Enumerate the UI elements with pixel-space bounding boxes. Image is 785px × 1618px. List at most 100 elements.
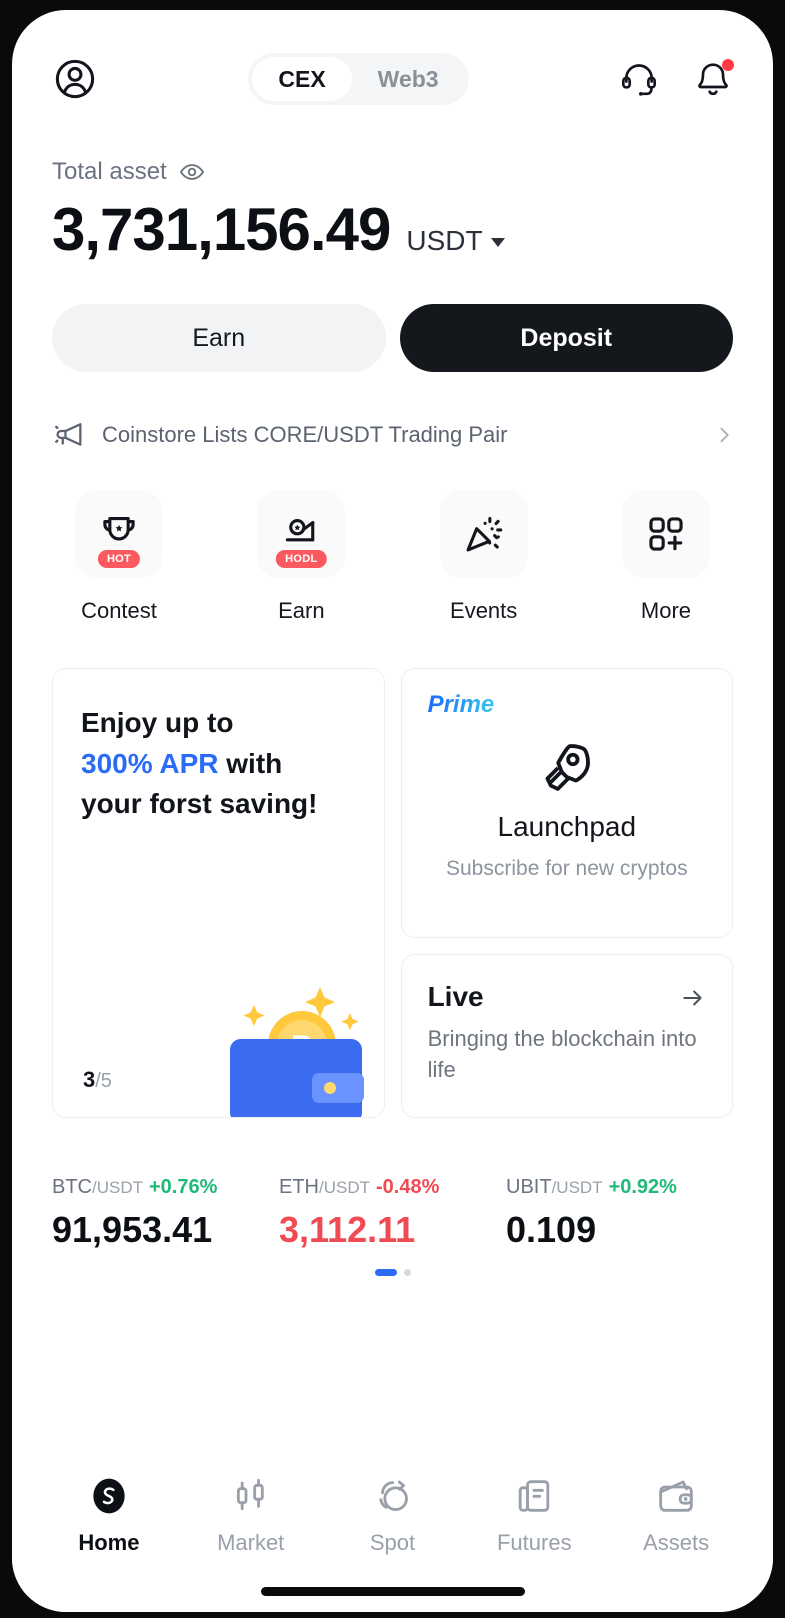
quick-tile: HODL bbox=[257, 490, 346, 578]
live-subtitle: Bringing the blockchain into life bbox=[427, 1026, 697, 1083]
nav-item-assets[interactable]: Assets bbox=[605, 1474, 747, 1556]
hodl-badge: HODL bbox=[276, 549, 327, 568]
app-screen: CEX Web3 Total asset 3,731,156.49 USDT E… bbox=[12, 10, 773, 1612]
quick-action-contest[interactable]: HOT Contest bbox=[66, 490, 172, 624]
quick-action-label: Earn bbox=[278, 598, 325, 623]
live-card[interactable]: Live Bringing the blockchain into life bbox=[400, 954, 733, 1118]
quick-action-label: Contest bbox=[81, 598, 157, 623]
launchpad-card[interactable]: Prime Launchpad Subscribe for new crypto… bbox=[400, 668, 733, 938]
quick-actions-row: HOT Contest HODL Earn Events More bbox=[12, 452, 773, 624]
hot-badge: HOT bbox=[97, 549, 141, 568]
eye-icon[interactable] bbox=[179, 159, 205, 185]
quick-tile: HOT bbox=[75, 490, 163, 578]
promo-apr-highlight: 300% APR bbox=[81, 747, 219, 779]
ticker-pair: BTC/USDT +0.76% bbox=[52, 1176, 279, 1199]
quick-action-label: More bbox=[640, 598, 692, 623]
announcement-banner[interactable]: Coinstore Lists CORE/USDT Trading Pair bbox=[12, 372, 773, 452]
launchpad-subtitle: Subscribe for new cryptos bbox=[445, 857, 688, 880]
carousel-dot[interactable] bbox=[403, 1269, 411, 1276]
caret-down-icon bbox=[490, 238, 505, 248]
carousel-current: 3 bbox=[83, 1067, 96, 1092]
nav-label: Home bbox=[78, 1530, 140, 1555]
wallet-bitcoin-icon: B bbox=[229, 987, 364, 1117]
carousel-dots[interactable] bbox=[12, 1269, 773, 1276]
swap-circles-icon bbox=[370, 1474, 414, 1518]
balance-section: Total asset 3,731,156.49 USDT bbox=[12, 110, 773, 260]
quick-tile bbox=[439, 490, 528, 578]
nav-label: Spot bbox=[369, 1530, 416, 1555]
tab-web3[interactable]: Web3 bbox=[352, 57, 465, 101]
announcement-text: Coinstore Lists CORE/USDT Trading Pair bbox=[102, 422, 508, 447]
nav-label: Market bbox=[217, 1530, 285, 1555]
ticker-pair: ETH/USDT -0.48% bbox=[279, 1176, 506, 1199]
promo-line-2-tail: with bbox=[218, 747, 283, 779]
ticker-base: UBIT bbox=[506, 1176, 552, 1198]
primary-actions: Earn Deposit bbox=[12, 260, 773, 372]
cex-web3-toggle[interactable]: CEX Web3 bbox=[248, 53, 469, 105]
ticker-row: BTC/USDT +0.76% 91,953.41 ETH/USDT -0.48% … bbox=[12, 1118, 773, 1251]
nav-item-market[interactable]: Market bbox=[180, 1474, 322, 1556]
candlestick-icon bbox=[229, 1474, 273, 1518]
live-title: Live bbox=[427, 981, 484, 1012]
quick-action-earn[interactable]: HODL Earn bbox=[248, 490, 354, 624]
right-cards-column: Prime Launchpad Subscribe for new crypto… bbox=[400, 668, 733, 1118]
ticker-btc[interactable]: BTC/USDT +0.76% 91,953.41 bbox=[52, 1176, 279, 1251]
ticker-ubit[interactable]: UBIT/USDT +0.92% 0.109 bbox=[506, 1176, 733, 1251]
rocket-icon bbox=[545, 744, 590, 791]
ticker-quote: /USDT bbox=[92, 1178, 143, 1197]
promo-cards-row: Enjoy up to 300% APR with your forst sav… bbox=[12, 624, 773, 1118]
launchpad-title: Launchpad bbox=[497, 811, 637, 842]
quick-action-label: Events bbox=[450, 598, 518, 623]
user-circle-icon[interactable] bbox=[52, 56, 98, 102]
ticker-price: 91,953.41 bbox=[52, 1209, 213, 1250]
ticker-price: 0.109 bbox=[506, 1209, 597, 1250]
ticker-price: 3,112.11 bbox=[279, 1209, 416, 1250]
nav-item-home[interactable]: Home bbox=[38, 1474, 180, 1556]
ticker-base: BTC bbox=[52, 1176, 92, 1198]
phone-frame: CEX Web3 Total asset 3,731,156.49 USDT E… bbox=[0, 0, 785, 1618]
carousel-counter: 3/5 bbox=[83, 1067, 112, 1093]
ticker-quote: /USDT bbox=[551, 1178, 603, 1197]
currency-selector[interactable]: USDT bbox=[406, 225, 505, 257]
ticker-change: +0.76% bbox=[149, 1176, 218, 1198]
ticker-pair: UBIT/USDT +0.92% bbox=[506, 1176, 733, 1199]
promo-headline: Enjoy up to 300% APR with your forst sav… bbox=[81, 703, 361, 825]
nav-label: Assets bbox=[643, 1530, 710, 1555]
ticker-quote: /USDT bbox=[319, 1178, 370, 1197]
carousel-dot-active[interactable] bbox=[374, 1269, 397, 1276]
notification-badge bbox=[721, 59, 734, 71]
party-popper-icon bbox=[466, 517, 502, 552]
saving-promo-card[interactable]: Enjoy up to 300% APR with your forst sav… bbox=[52, 668, 385, 1118]
arrow-right-icon[interactable] bbox=[680, 985, 706, 1011]
home-indicator bbox=[260, 1587, 525, 1596]
carousel-total: /5 bbox=[95, 1070, 112, 1092]
promo-line-3: your forst saving! bbox=[81, 788, 318, 820]
deposit-button[interactable]: Deposit bbox=[399, 304, 733, 372]
quick-action-more[interactable]: More bbox=[613, 490, 719, 624]
chevron-right-icon bbox=[715, 426, 733, 444]
nav-label: Futures bbox=[496, 1530, 572, 1555]
headset-icon[interactable] bbox=[619, 59, 659, 99]
ticker-change: +0.92% bbox=[608, 1176, 677, 1198]
coinstore-logo-icon bbox=[87, 1474, 131, 1518]
quick-tile bbox=[621, 490, 710, 578]
wallet-icon bbox=[654, 1474, 698, 1518]
app-header: CEX Web3 bbox=[12, 10, 773, 110]
currency-label: USDT bbox=[406, 225, 483, 256]
balance-label-row: Total asset bbox=[52, 158, 733, 186]
earn-button[interactable]: Earn bbox=[52, 304, 386, 372]
contract-doc-icon bbox=[512, 1474, 556, 1518]
prime-tag: Prime bbox=[427, 691, 495, 718]
ticker-base: ETH bbox=[279, 1176, 319, 1198]
tab-cex[interactable]: CEX bbox=[252, 57, 352, 101]
ticker-change: -0.48% bbox=[376, 1176, 440, 1198]
header-actions bbox=[619, 59, 734, 99]
quick-action-events[interactable]: Events bbox=[431, 490, 537, 624]
nav-item-futures[interactable]: Futures bbox=[463, 1474, 605, 1556]
total-asset-label: Total asset bbox=[52, 158, 167, 185]
nav-item-spot[interactable]: Spot bbox=[322, 1474, 464, 1556]
grid-plus-icon bbox=[649, 517, 683, 551]
bell-icon[interactable] bbox=[693, 59, 734, 99]
megaphone-icon bbox=[52, 418, 86, 452]
ticker-eth[interactable]: ETH/USDT -0.48% 3,112.11 bbox=[279, 1176, 506, 1251]
